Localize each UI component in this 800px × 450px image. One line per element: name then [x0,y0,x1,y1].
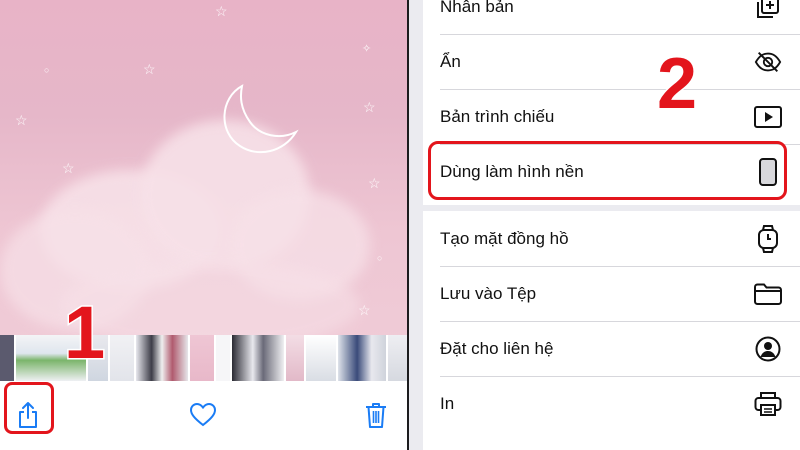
menu-item-label: Ẩn [440,51,461,71]
step-number-1: 1 [62,291,106,374]
star-icon: ☆ [215,3,228,19]
contact-icon [754,335,782,363]
thumbnail[interactable] [286,335,304,381]
trash-icon [366,403,386,428]
menu-item-label: Nhân bản [440,0,514,16]
menu-item-label: Đặt cho liên hệ [440,338,554,358]
wallpaper-photo: ☆ ☆ ☆ ☆ ☆ ☆ ☆ ✧ ○ ○ [0,0,407,385]
thumbnail[interactable] [232,335,284,381]
menu-item-hide[interactable]: Ẩn [423,34,800,89]
menu-item-print[interactable]: In [423,376,800,431]
star-icon: ☆ [368,175,381,191]
menu-item-label: In [440,393,455,413]
thumbnail[interactable] [110,335,134,381]
thumbnail[interactable] [306,335,336,381]
delete-button[interactable] [356,395,396,435]
menu-item-slideshow[interactable]: Bản trình chiếu [423,89,800,144]
star-icon: ○ [44,65,50,75]
thumbnail-strip[interactable] [0,335,407,381]
star-icon: ☆ [363,99,376,115]
thumbnail[interactable] [190,335,214,381]
thumbnail[interactable] [338,335,386,381]
star-icon: ☆ [143,61,156,77]
thumbnail[interactable] [0,335,14,381]
folder-icon [754,280,782,308]
star-icon: ☆ [358,302,371,318]
favorite-button[interactable] [183,395,223,435]
menu-item-label: Lưu vào Tệp [440,283,537,303]
menu-item-label: Tạo mặt đồng hồ [440,228,569,248]
play-icon [754,103,782,131]
share-button-highlight [4,382,54,434]
watch-icon [754,224,782,253]
photo-viewer: ☆ ☆ ☆ ☆ ☆ ☆ ☆ ✧ ○ ○ 1 [0,0,407,450]
thumbnail[interactable] [388,335,407,381]
menu-item-assign-to-contact[interactable]: Đặt cho liên hệ [423,321,800,376]
wallpaper-option-highlight [428,141,787,200]
star-icon: ○ [377,253,383,263]
thumbnail[interactable] [136,335,188,381]
menu-item-duplicate[interactable]: Nhân bản [423,0,800,34]
printer-icon [754,390,782,418]
duplicate-icon [754,0,782,21]
star-icon: ☆ [62,160,75,176]
share-actions-group-bottom: Tạo mặt đồng hồ Lưu vào Tệp Đặt cho liên… [423,211,800,450]
moon-icon [223,84,299,154]
thumbnail[interactable] [216,335,230,381]
photo-toolbar [0,381,407,450]
menu-item-create-watch-face[interactable]: Tạo mặt đồng hồ [423,211,800,266]
share-sheet: Nhân bản Ẩn Bản trình chiếu Dùng làm hìn… [409,0,800,450]
star-icon: ✧ [362,43,372,55]
heart-icon [190,403,216,427]
menu-item-save-to-files[interactable]: Lưu vào Tệp [423,266,800,321]
eye-slash-icon [754,48,782,76]
menu-item-label: Bản trình chiếu [440,106,555,126]
star-icon: ☆ [15,112,28,128]
step-number-2: 2 [655,44,698,124]
